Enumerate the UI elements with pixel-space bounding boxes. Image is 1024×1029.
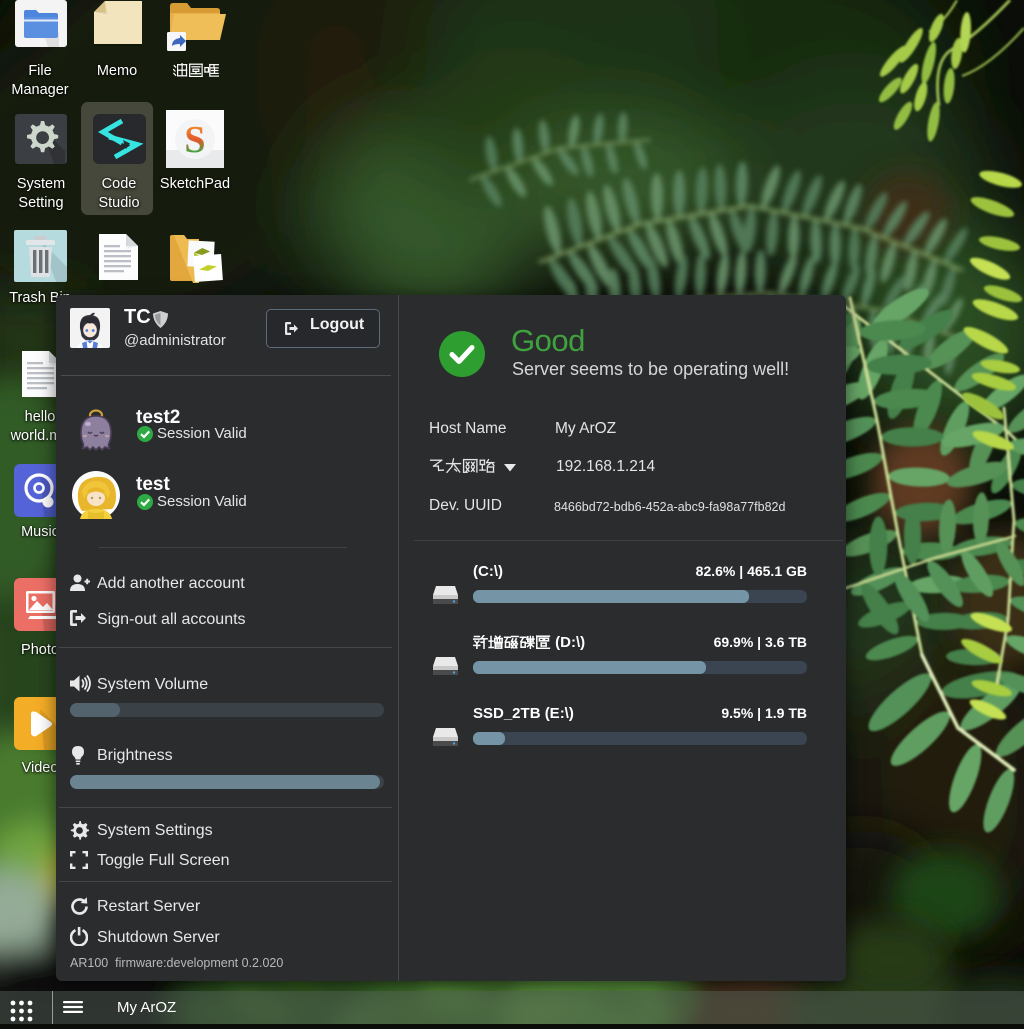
svg-text:S: S (184, 119, 205, 161)
